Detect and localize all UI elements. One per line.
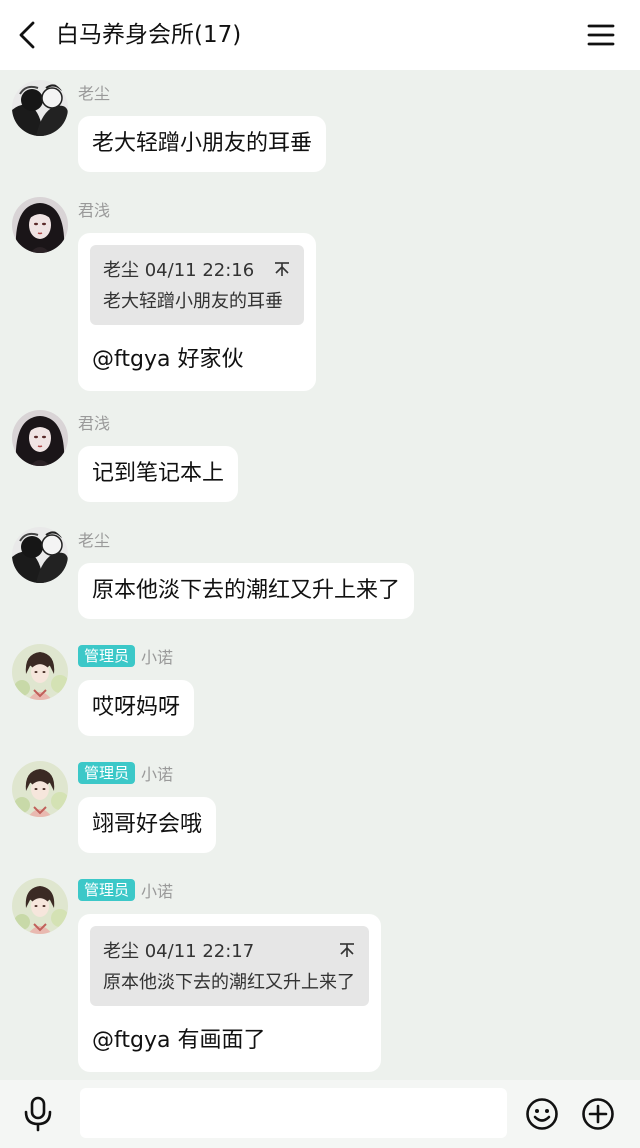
back-arrow-icon[interactable] [14,19,44,51]
sender-row: 君浅 [78,410,110,434]
microphone-icon[interactable] [22,1096,54,1132]
avatar[interactable] [12,80,68,136]
pin-icon [340,943,354,957]
message-bubble[interactable]: 记到笔记本上 [78,446,239,502]
avatar[interactable] [12,410,68,466]
quoted-message[interactable]: 老尘 04/11 22:16 老大轻蹭小朋友的耳垂 [90,245,305,325]
admin-badge: 管理员 [78,762,136,784]
quote-text: 原本他淡下去的潮红又升上来了 [103,972,355,993]
sender-name: 君浅 [78,201,111,220]
admin-badge: 管理员 [78,645,136,667]
message-text: @ftgya 有画面了 [92,1028,266,1053]
sender-row: 君浅 [78,197,110,221]
admin-badge: 管理员 [78,879,136,901]
page-title: 白马养身会所(17) [56,22,242,48]
avatar[interactable] [12,197,68,253]
sender-row: 老尘 [78,527,110,551]
avatar[interactable] [12,878,68,934]
message-bubble[interactable]: 老尘 04/11 22:17 原本他淡下去的潮红又升上来了 @ftgya 有画面… [78,914,381,1072]
plus-icon[interactable] [581,1097,615,1131]
message-text: @ftgya 好家伙 [92,347,244,372]
sender-name: 老尘 [78,531,111,550]
message-bubble[interactable]: 原本他淡下去的潮红又升上来了 [78,563,415,619]
emoji-icon[interactable] [525,1097,559,1131]
message-bubble[interactable]: 哎呀妈呀 [78,680,195,736]
quote-meta: 老尘 04/11 22:17 [103,941,255,962]
chat-header: 白马养身会所(17) [0,0,640,70]
quoted-message[interactable]: 老尘 04/11 22:17 原本他淡下去的潮红又升上来了 [90,926,369,1006]
sender-row: 管理员 小诺 [78,761,173,785]
message-list[interactable]: 老尘 老大轻蹭小朋友的耳垂 君浅 老尘 04/11 22:16 老大轻蹭小朋友的… [0,70,640,1080]
message-bubble[interactable]: 老大轻蹭小朋友的耳垂 [78,116,327,172]
sender-name: 老尘 [78,84,111,103]
input-bar [0,1080,640,1148]
message-input[interactable] [80,1088,507,1138]
menu-icon[interactable] [586,21,616,49]
quote-meta: 老尘 04/11 22:16 [103,260,255,281]
sender-name: 小诺 [141,882,174,901]
quote-text: 老大轻蹭小朋友的耳垂 [103,291,283,312]
avatar[interactable] [12,761,68,817]
avatar[interactable] [12,644,68,700]
message-bubble[interactable]: 翊哥好会哦 [78,797,217,853]
sender-name: 君浅 [78,414,111,433]
message-bubble[interactable]: 老尘 04/11 22:16 老大轻蹭小朋友的耳垂 @ftgya 好家伙 [78,233,317,391]
sender-row: 老尘 [78,80,110,104]
sender-row: 管理员 小诺 [78,878,173,902]
sender-name: 小诺 [141,765,174,784]
pin-icon [275,262,290,276]
avatar[interactable] [12,527,68,583]
sender-name: 小诺 [141,648,174,667]
sender-row: 管理员 小诺 [78,644,173,668]
